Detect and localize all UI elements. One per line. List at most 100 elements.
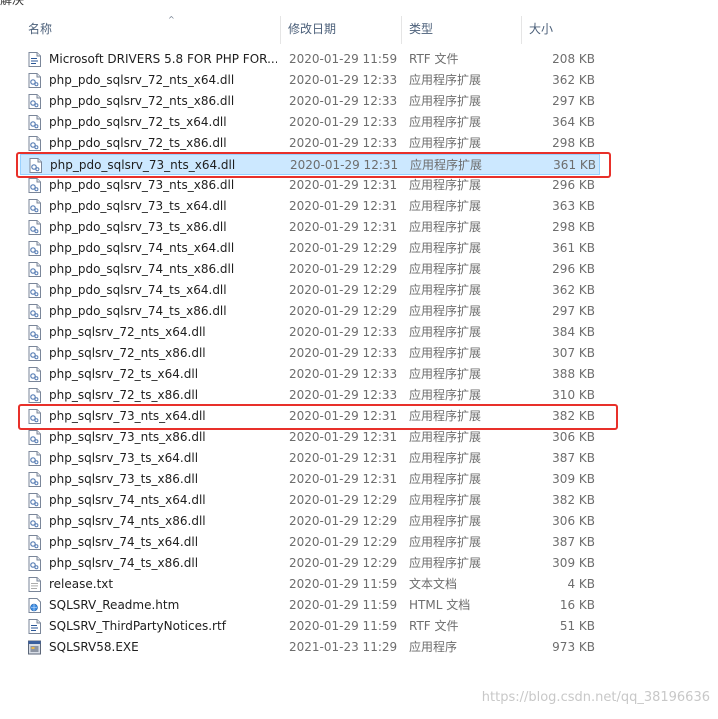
file-modified-date: 2021-01-23 11:29 bbox=[289, 640, 398, 654]
file-type: 应用程序扩展 bbox=[409, 514, 482, 528]
file-type: 应用程序扩展 bbox=[409, 367, 482, 381]
file-size: 361 KB bbox=[553, 158, 596, 172]
file-modified-date: 2020-01-29 12:33 bbox=[289, 388, 398, 402]
file-type: 应用程序扩展 bbox=[409, 115, 482, 129]
file-type: 应用程序扩展 bbox=[409, 493, 482, 507]
file-size: 296 KB bbox=[552, 262, 595, 276]
file-size: 361 KB bbox=[552, 241, 595, 255]
file-type: 应用程序扩展 bbox=[409, 73, 482, 87]
file-row[interactable]: php_sqlsrv_74_ts_x86.dll 2020-01-29 12:29… bbox=[20, 553, 600, 574]
file-type: 应用程序扩展 bbox=[409, 472, 482, 486]
file-type: 应用程序扩展 bbox=[409, 346, 482, 360]
file-name: php_sqlsrv_74_ts_x86.dll bbox=[49, 556, 199, 570]
file-size: 384 KB bbox=[552, 325, 595, 339]
file-row[interactable]: php_sqlsrv_73_ts_x64.dll 2020-01-29 12:31… bbox=[20, 448, 600, 469]
dll-file-icon bbox=[28, 262, 41, 277]
file-type: RTF 文件 bbox=[409, 619, 459, 633]
file-name: php_sqlsrv_72_nts_x64.dll bbox=[49, 325, 206, 339]
file-size: 387 KB bbox=[552, 451, 595, 465]
file-size: 382 KB bbox=[552, 493, 595, 507]
file-row[interactable]: php_sqlsrv_73_nts_x86.dll 2020-01-29 12:3… bbox=[20, 427, 600, 448]
file-modified-date: 2020-01-29 11:59 bbox=[289, 52, 398, 66]
file-size: 297 KB bbox=[552, 304, 595, 318]
file-row[interactable]: php_pdo_sqlsrv_72_nts_x64.dll 2020-01-29 … bbox=[20, 70, 600, 91]
file-row[interactable]: Microsoft DRIVERS 5.8 FOR PHP FOR... 2020… bbox=[20, 49, 600, 70]
file-row[interactable]: php_pdo_sqlsrv_74_ts_x64.dll 2020-01-29 1… bbox=[20, 280, 600, 301]
file-modified-date: 2020-01-29 12:29 bbox=[289, 241, 398, 255]
file-type: 应用程序 bbox=[409, 640, 458, 654]
file-type: 文本文档 bbox=[409, 577, 458, 591]
file-name: php_sqlsrv_74_nts_x86.dll bbox=[49, 514, 206, 528]
file-name: php_pdo_sqlsrv_74_nts_x64.dll bbox=[49, 241, 235, 255]
file-modified-date: 2020-01-29 12:29 bbox=[289, 514, 398, 528]
file-modified-date: 2020-01-29 12:31 bbox=[289, 409, 398, 423]
file-name: Microsoft DRIVERS 5.8 FOR PHP FOR... bbox=[49, 52, 277, 66]
file-modified-date: 2020-01-29 11:59 bbox=[289, 577, 398, 591]
file-row[interactable]: SQLSRV_ThirdPartyNotices.rtf 2020-01-29 1… bbox=[20, 616, 600, 637]
file-modified-date: 2020-01-29 12:33 bbox=[289, 367, 398, 381]
dll-file-icon bbox=[28, 367, 41, 382]
dll-file-icon bbox=[28, 283, 41, 298]
file-row[interactable]: php_pdo_sqlsrv_72_nts_x86.dll 2020-01-29 … bbox=[20, 91, 600, 112]
file-size: 973 KB bbox=[552, 640, 595, 654]
file-row[interactable]: php_sqlsrv_72_nts_x64.dll 2020-01-29 12:3… bbox=[20, 322, 600, 343]
file-type: 应用程序扩展 bbox=[409, 241, 482, 255]
file-row[interactable]: php_sqlsrv_73_nts_x64.dll 2020-01-29 12:3… bbox=[20, 406, 600, 427]
file-row[interactable]: php_sqlsrv_74_nts_x86.dll 2020-01-29 12:2… bbox=[20, 511, 600, 532]
cut-off-title: 解决 bbox=[0, 0, 25, 7]
file-size: 362 KB bbox=[552, 73, 595, 87]
column-type-label: 类型 bbox=[409, 22, 434, 36]
column-header-name[interactable]: 名称 bbox=[20, 12, 280, 44]
file-modified-date: 2020-01-29 12:31 bbox=[289, 472, 398, 486]
dll-file-icon bbox=[28, 451, 41, 466]
file-row[interactable]: release.txt 2020-01-29 11:59 文本文档 4 KB bbox=[20, 574, 600, 595]
file-type: 应用程序扩展 bbox=[409, 262, 482, 276]
file-type: 应用程序扩展 bbox=[409, 556, 482, 570]
dll-file-icon bbox=[28, 514, 41, 529]
file-row[interactable]: php_pdo_sqlsrv_73_ts_x86.dll 2020-01-29 1… bbox=[20, 217, 600, 238]
file-row[interactable]: php_pdo_sqlsrv_74_ts_x86.dll 2020-01-29 1… bbox=[20, 301, 600, 322]
column-header-type[interactable]: 类型 bbox=[401, 12, 521, 44]
file-name: php_sqlsrv_73_nts_x64.dll bbox=[49, 409, 206, 423]
file-name: php_pdo_sqlsrv_73_nts_x86.dll bbox=[49, 178, 235, 192]
file-size: 51 KB bbox=[559, 619, 595, 633]
file-row[interactable]: php_sqlsrv_72_ts_x86.dll 2020-01-29 12:33… bbox=[20, 385, 600, 406]
file-row[interactable]: php_sqlsrv_73_ts_x86.dll 2020-01-29 12:31… bbox=[20, 469, 600, 490]
file-modified-date: 2020-01-29 12:31 bbox=[289, 220, 398, 234]
column-header-modified[interactable]: 修改日期 bbox=[280, 12, 400, 44]
file-name: php_pdo_sqlsrv_72_ts_x64.dll bbox=[49, 115, 227, 129]
file-row-selected[interactable]: php_pdo_sqlsrv_73_nts_x64.dll 2020-01-29 … bbox=[20, 154, 600, 175]
file-row[interactable]: php_pdo_sqlsrv_72_ts_x64.dll 2020-01-29 1… bbox=[20, 112, 600, 133]
file-size: 309 KB bbox=[552, 556, 595, 570]
file-modified-date: 2020-01-29 12:29 bbox=[289, 304, 398, 318]
dll-file-icon bbox=[28, 73, 41, 88]
file-name: SQLSRV_ThirdPartyNotices.rtf bbox=[49, 619, 226, 633]
file-row[interactable]: php_pdo_sqlsrv_73_nts_x86.dll 2020-01-29 … bbox=[20, 175, 600, 196]
file-modified-date: 2020-01-29 12:33 bbox=[289, 73, 398, 87]
file-row[interactable]: php_sqlsrv_74_nts_x64.dll 2020-01-29 12:2… bbox=[20, 490, 600, 511]
file-name: php_sqlsrv_72_ts_x64.dll bbox=[49, 367, 199, 381]
file-size: 306 KB bbox=[552, 514, 595, 528]
file-row[interactable]: php_pdo_sqlsrv_73_ts_x64.dll 2020-01-29 1… bbox=[20, 196, 600, 217]
file-type: 应用程序扩展 bbox=[409, 94, 482, 108]
file-type: HTML 文档 bbox=[409, 598, 471, 612]
file-row[interactable]: php_sqlsrv_74_ts_x64.dll 2020-01-29 12:29… bbox=[20, 532, 600, 553]
file-row[interactable]: SQLSRV58.EXE 2021-01-23 11:29 应用程序 973 KB bbox=[20, 637, 600, 658]
file-name: php_pdo_sqlsrv_73_nts_x64.dll bbox=[50, 158, 236, 172]
dll-file-icon bbox=[28, 556, 41, 571]
dll-file-icon bbox=[28, 304, 41, 319]
dll-file-icon bbox=[28, 472, 41, 487]
file-name: php_pdo_sqlsrv_72_nts_x64.dll bbox=[49, 73, 235, 87]
file-type: RTF 文件 bbox=[409, 52, 459, 66]
column-header-size[interactable]: 大小 bbox=[521, 12, 621, 44]
htm-file-icon bbox=[28, 598, 41, 613]
file-size: 4 KB bbox=[567, 577, 595, 591]
file-row[interactable]: SQLSRV_Readme.htm 2020-01-29 11:59 HTML 文档… bbox=[20, 595, 600, 616]
file-row[interactable]: php_sqlsrv_72_ts_x64.dll 2020-01-29 12:33… bbox=[20, 364, 600, 385]
file-row[interactable]: php_pdo_sqlsrv_74_nts_x86.dll 2020-01-29 … bbox=[20, 259, 600, 280]
file-type: 应用程序扩展 bbox=[409, 451, 482, 465]
file-row[interactable]: php_sqlsrv_72_nts_x86.dll 2020-01-29 12:3… bbox=[20, 343, 600, 364]
file-row[interactable]: php_pdo_sqlsrv_72_ts_x86.dll 2020-01-29 1… bbox=[20, 133, 600, 154]
file-row[interactable]: php_pdo_sqlsrv_74_nts_x64.dll 2020-01-29 … bbox=[20, 238, 600, 259]
file-size: 306 KB bbox=[552, 430, 595, 444]
